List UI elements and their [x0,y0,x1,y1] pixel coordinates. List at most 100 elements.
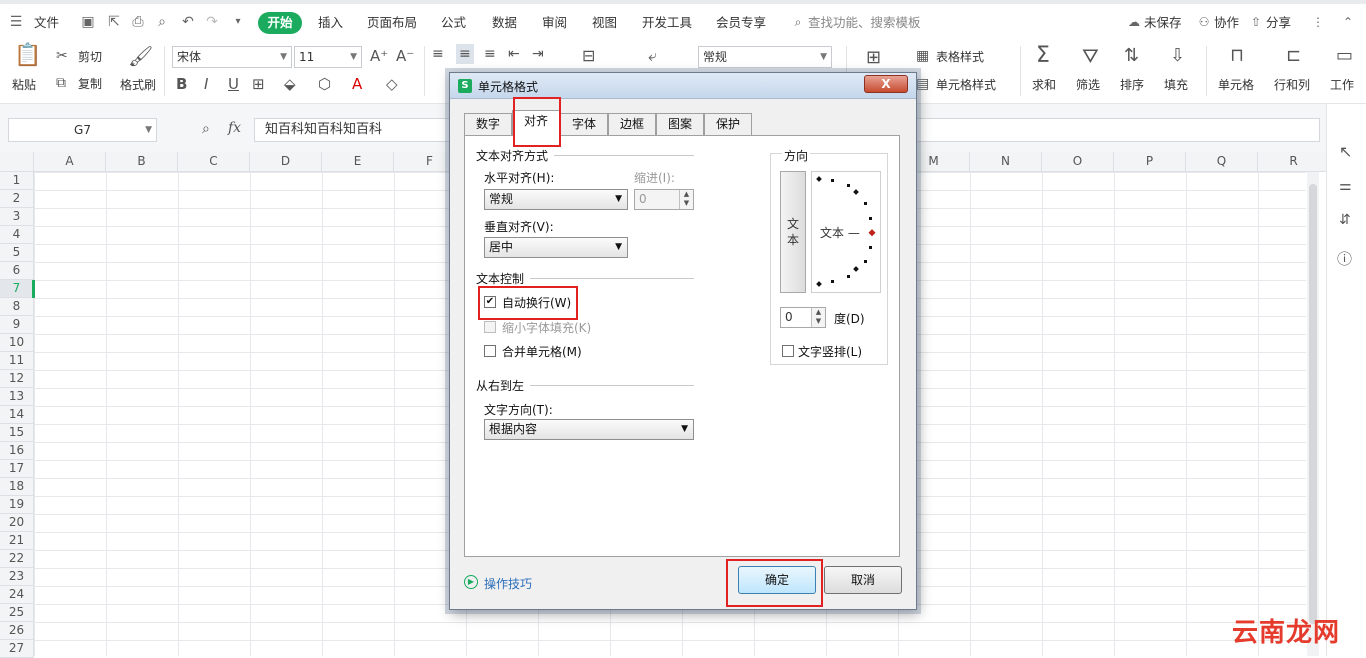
table-style-button[interactable]: 表格样式 [936,48,984,65]
tab-data[interactable]: 数据 [492,12,517,31]
border-icon[interactable]: ⊞ [252,74,265,94]
text-direction-select[interactable]: 根据内容 ▼ [484,419,694,440]
paste-icon[interactable]: 📋 [14,45,41,67]
row-header[interactable]: 4 [0,226,34,244]
row-header[interactable]: 27 [0,640,34,658]
row-header[interactable]: 5 [0,244,34,262]
row-header[interactable]: 7 [0,280,34,298]
cancel-button[interactable]: 取消 [824,566,902,594]
row-header[interactable]: 16 [0,442,34,460]
tab-protection[interactable]: 保护 [704,113,752,135]
row-header[interactable]: 17 [0,460,34,478]
tab-page-layout[interactable]: 页面布局 [367,12,417,31]
row-header[interactable]: 8 [0,298,34,316]
select-all-corner[interactable] [0,152,34,172]
align-bottom-icon[interactable]: ≡ [484,44,496,64]
indent-decrease-icon[interactable]: ⇤ [508,44,520,64]
collapse-icon[interactable]: ⌃ [1340,14,1356,30]
font-size-select[interactable]: 11 ▼ [294,46,362,68]
zoom-icon[interactable]: ⌕ [202,121,210,137]
italic-icon[interactable]: I [204,74,208,94]
sum-button[interactable]: 求和 [1032,76,1056,93]
column-header[interactable]: N [970,152,1042,172]
fill-color-icon[interactable]: ⬙ [284,74,296,94]
tab-developer[interactable]: 开发工具 [642,12,692,31]
column-header[interactable]: R [1258,152,1330,172]
unsaved-button[interactable]: 未保存 [1144,12,1182,31]
worksheet-button[interactable]: 工作 [1330,76,1354,93]
column-header[interactable]: Q [1186,152,1258,172]
column-header[interactable]: D [250,152,322,172]
row-header[interactable]: 23 [0,568,34,586]
settings-sliders-icon[interactable]: ⚌ [1339,178,1352,194]
chevron-down-icon[interactable]: ▾ [230,14,246,30]
underline-icon[interactable]: U [228,74,239,94]
row-col-button[interactable]: 行和列 [1274,76,1310,93]
fill-button[interactable]: 填充 [1164,76,1188,93]
filter-button[interactable]: 筛选 [1076,76,1100,93]
tab-font[interactable]: 字体 [560,113,608,135]
font-name-select[interactable]: 宋体 ▼ [172,46,292,68]
bold-icon[interactable]: B [176,74,187,94]
share-doc-icon[interactable]: ⇱ [106,14,122,30]
row-header[interactable]: 10 [0,334,34,352]
tab-insert[interactable]: 插入 [318,12,343,31]
font-increase-icon[interactable]: A⁺ [370,46,388,66]
merge-cells-label[interactable]: 合并单元格(M) [502,343,582,360]
undo-icon[interactable]: ↶ [180,14,196,30]
more-icon[interactable]: ⋮ [1310,14,1326,30]
column-header[interactable]: P [1114,152,1186,172]
tab-view[interactable]: 视图 [592,12,617,31]
pointer-icon[interactable]: ↖ [1339,142,1352,161]
help-icon[interactable]: ⓘ [1337,248,1352,269]
tab-review[interactable]: 审阅 [542,12,567,31]
wrap-text-icon[interactable]: ⤶ [648,46,657,66]
column-header[interactable]: B [106,152,178,172]
tab-home[interactable]: 开始 [258,12,302,34]
transform-icon[interactable]: ⇵ [1339,212,1351,228]
copy-button[interactable]: 复制 [78,75,102,92]
column-header[interactable]: O [1042,152,1114,172]
close-button[interactable]: X [864,75,908,93]
align-top-icon[interactable]: ≡ [432,44,444,64]
indent-stepper[interactable]: 0 ▲ ▼ [634,189,694,210]
scroll-thumb[interactable] [1309,184,1317,624]
vertical-stack-checkbox[interactable] [782,345,794,357]
row-header[interactable]: 21 [0,532,34,550]
row-header[interactable]: 12 [0,370,34,388]
eraser-icon[interactable]: ◇ [386,74,398,94]
highlight-icon[interactable]: ⬡ [318,74,331,94]
collab-button[interactable]: 协作 [1214,12,1239,31]
font-color-icon[interactable]: A [352,74,362,94]
hamburger-icon[interactable]: ☰ [8,14,24,30]
vertical-stack-label[interactable]: 文字竖排(L) [798,343,862,360]
number-format-select[interactable]: 常规 ▼ [698,46,832,68]
merge-cells-checkbox[interactable] [484,345,496,357]
fx-icon[interactable]: fx [228,120,241,136]
row-header[interactable]: 3 [0,208,34,226]
degree-stepper[interactable]: 0 ▲ ▼ [780,307,826,328]
format-painter-button[interactable]: 格式刷 [120,76,156,93]
row-header[interactable]: 22 [0,550,34,568]
tab-border[interactable]: 边框 [608,113,656,135]
sort-button[interactable]: 排序 [1120,76,1144,93]
vertical-align-select[interactable]: 居中 ▼ [484,237,628,258]
row-header[interactable]: 25 [0,604,34,622]
tab-member[interactable]: 会员专享 [716,12,766,31]
save-icon[interactable]: ▣ [80,14,96,30]
row-header[interactable]: 9 [0,316,34,334]
cell-button[interactable]: 单元格 [1218,76,1254,93]
row-header[interactable]: 11 [0,352,34,370]
tab-number[interactable]: 数字 [464,113,512,135]
tab-formula[interactable]: 公式 [441,12,466,31]
row-header[interactable]: 13 [0,388,34,406]
row-header[interactable]: 2 [0,190,34,208]
shrink-fit-label[interactable]: 缩小字体填充(K) [502,319,591,336]
cell-style-button[interactable]: 单元格样式 [936,76,996,93]
row-header[interactable]: 18 [0,478,34,496]
row-header[interactable]: 26 [0,622,34,640]
row-header[interactable]: 1 [0,172,34,190]
row-header[interactable]: 19 [0,496,34,514]
font-decrease-icon[interactable]: A⁻ [396,46,414,66]
row-header[interactable]: 20 [0,514,34,532]
